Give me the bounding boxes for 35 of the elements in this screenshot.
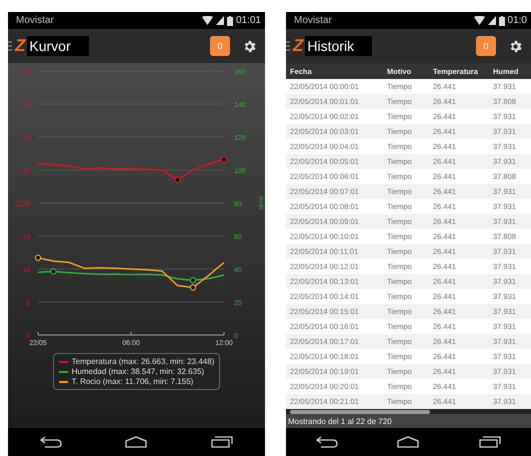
signal-icon (488, 16, 496, 25)
battery-icon (226, 16, 233, 26)
data-point-marker (174, 176, 181, 184)
clock-time: 01:0 (508, 15, 527, 26)
carrier-name: Movistar (16, 15, 54, 26)
scrollbar-thumb[interactable] (290, 410, 430, 414)
menu-icon[interactable] (8, 41, 12, 51)
back-icon[interactable] (316, 436, 338, 448)
legend-label: T. Rocio (max: 11.706, min: 7.155) (72, 377, 194, 386)
notification-badge[interactable]: 0 (476, 36, 496, 56)
battery-icon (498, 16, 505, 26)
signal-icon (216, 16, 224, 25)
table-footer: Mostrando del 1 al 22 de 720 (286, 414, 531, 429)
data-point-marker (50, 268, 57, 275)
home-icon[interactable] (397, 436, 420, 448)
clock-time: 01:01 (236, 15, 261, 26)
wifi-icon (202, 16, 213, 25)
app-logo: Z (15, 36, 26, 56)
screen-title: Historik (305, 36, 372, 56)
data-point-marker (34, 254, 42, 261)
wifi-icon (474, 16, 485, 25)
legend-label: Humedad (max: 38.547, min: 32.635) (72, 367, 204, 376)
settings-icon[interactable] (508, 38, 523, 54)
app-logo: Z (293, 36, 304, 56)
carrier-name: Movistar (294, 15, 332, 26)
notification-badge[interactable]: 0 (210, 36, 230, 56)
back-icon[interactable] (40, 436, 62, 448)
legend-label: Temperatura (max: 26.663, min: 23.448) (72, 357, 214, 366)
menu-icon[interactable] (286, 41, 290, 51)
home-icon[interactable] (125, 436, 148, 448)
recents-icon[interactable] (211, 436, 234, 448)
settings-icon[interactable] (242, 38, 257, 54)
data-point-marker (220, 156, 228, 163)
recents-icon[interactable] (479, 436, 502, 448)
screen-title: Kurvor (27, 36, 89, 56)
